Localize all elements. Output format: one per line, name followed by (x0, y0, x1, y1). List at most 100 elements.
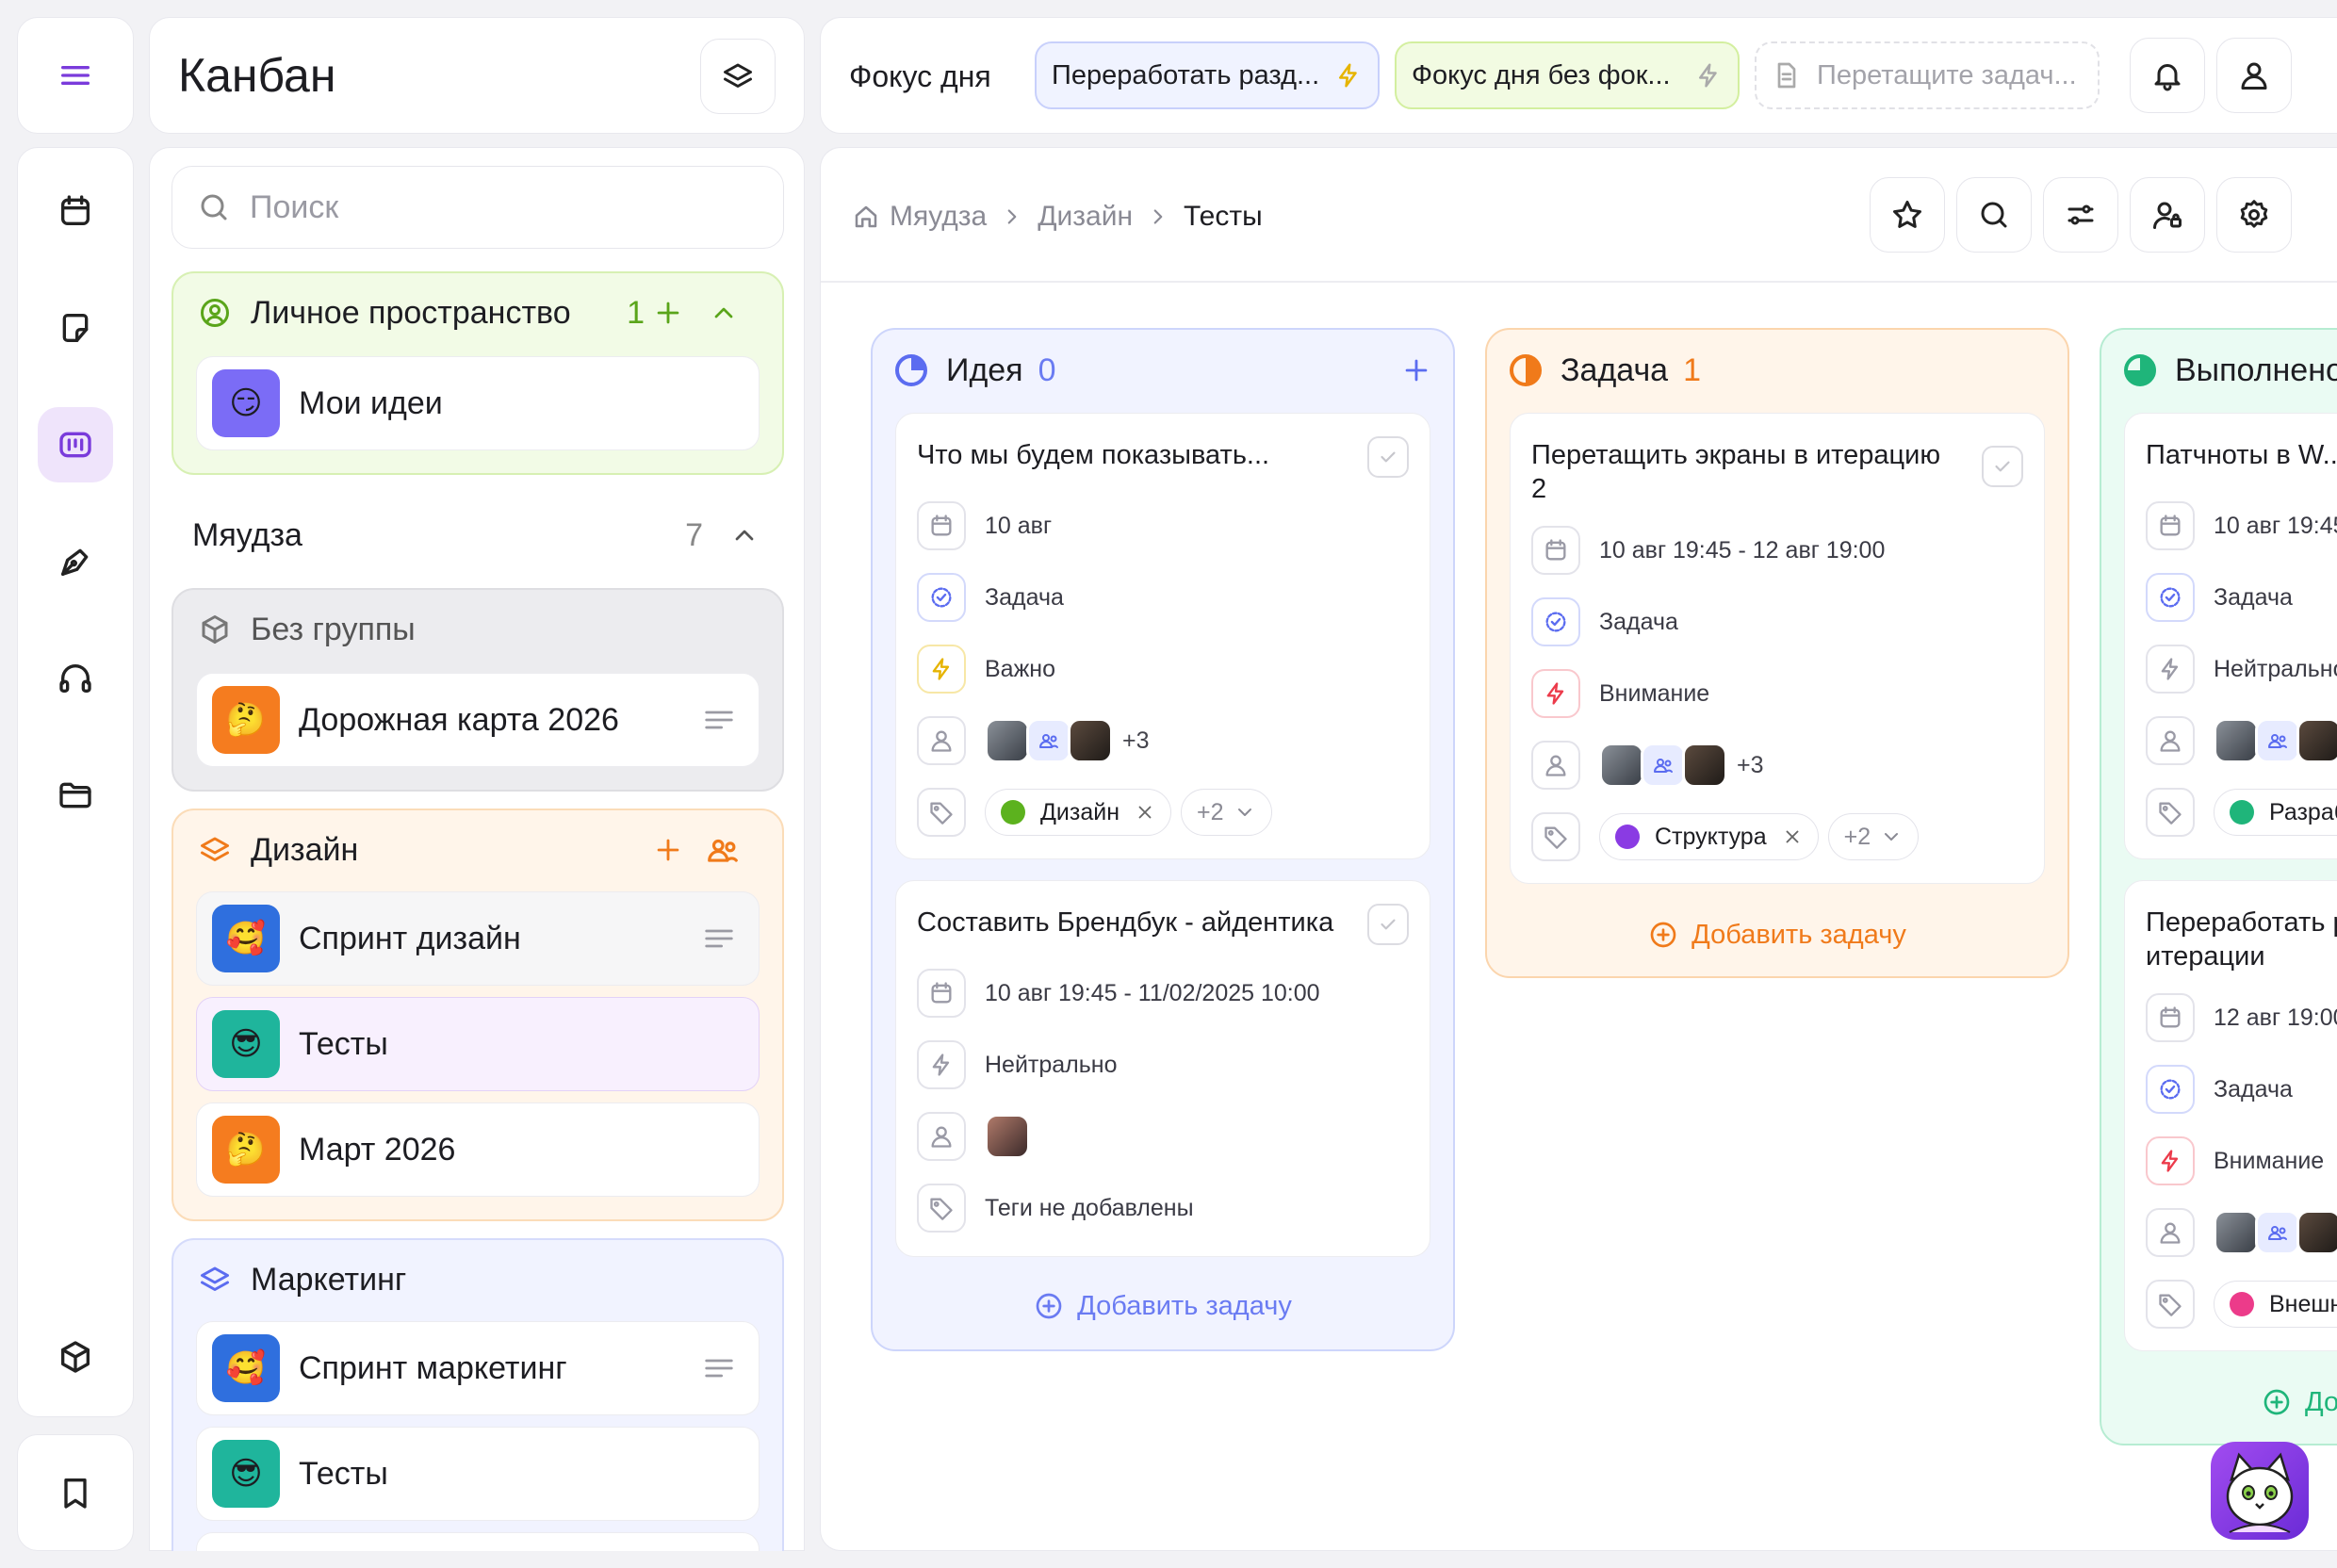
add-task-button[interactable]: Добавить задачу (2101, 1374, 2337, 1430)
add-task-button[interactable]: Добавить задачу (873, 1278, 1453, 1334)
task-type: Задача (2214, 583, 2293, 611)
tag-chip[interactable]: Разработка (2214, 789, 2337, 836)
sidebar-item-design-sprint[interactable]: 🥰 Спринт дизайн (196, 891, 760, 986)
avatar[interactable] (2214, 718, 2259, 763)
tag-chip[interactable]: Дизайн (985, 789, 1172, 836)
task-card[interactable]: Переработать раздел о канале в итерации … (2124, 880, 2337, 1351)
sidebar-item-marketing-tests[interactable]: 😎 Тесты (196, 1427, 760, 1521)
search-placeholder: Поиск (250, 188, 339, 225)
tag-more[interactable]: +2 (1181, 789, 1272, 836)
folder-icon[interactable] (38, 758, 113, 833)
settings-button[interactable] (2216, 177, 2292, 253)
avatar[interactable] (2214, 1210, 2259, 1255)
search-icon (197, 190, 231, 224)
calendar-icon (917, 501, 966, 550)
group-avatar-icon[interactable] (1641, 743, 1686, 788)
notifications-button[interactable] (2130, 38, 2205, 113)
plus-icon[interactable] (652, 297, 684, 329)
chevron-right-icon (1146, 204, 1170, 229)
add-task-button[interactable]: Добавить задачу (1487, 906, 2067, 963)
tag-more[interactable]: +2 (1827, 813, 1920, 860)
board-scroll-area: Идея 0 Что мы будем показывать... 10 авг… (821, 283, 2337, 1551)
headphones-icon[interactable] (38, 641, 113, 716)
sidebar-item-tests[interactable]: 😎 Тесты (196, 997, 760, 1091)
personal-space-header[interactable]: Личное пространство 1 (173, 273, 782, 352)
pen-icon[interactable] (38, 524, 113, 599)
document-icon (1772, 60, 1802, 90)
bookmark-icon[interactable] (38, 1455, 113, 1530)
tag-label: Дизайн (1040, 798, 1120, 825)
avatar[interactable] (1599, 743, 1644, 788)
no-group-header[interactable]: Без группы (173, 590, 782, 669)
avatar[interactable] (2296, 1210, 2337, 1255)
complete-checkbox[interactable] (1367, 436, 1409, 478)
avatar[interactable] (2296, 718, 2337, 763)
tag-chip[interactable]: Внешний (2214, 1281, 2337, 1328)
layers-button[interactable] (700, 39, 776, 114)
plus-icon[interactable] (652, 834, 684, 866)
user-lock-icon (2150, 198, 2184, 232)
sidebar-item-marketing-sprint[interactable]: 🥰 Спринт маркетинг (196, 1321, 760, 1415)
workspace-header[interactable]: Мяудза 7 (192, 509, 767, 562)
sidebar-item-march-2026[interactable]: 🤔 Март 2026 (196, 1102, 760, 1197)
priority-row: Внимание (2146, 1135, 2337, 1186)
cat-mascot-button[interactable] (2211, 1442, 2309, 1540)
breadcrumb-item[interactable]: Мяудза (890, 201, 987, 233)
more-members[interactable]: +3 (1737, 752, 1764, 779)
team-icon[interactable] (705, 832, 741, 868)
sidebar-item-my-ideas[interactable]: 😏 Мои идеи (196, 356, 760, 450)
task-type-icon (2146, 573, 2195, 622)
tag-chip[interactable]: Структура (1599, 813, 1819, 860)
group-avatar-icon[interactable] (1026, 718, 1071, 763)
complete-checkbox[interactable] (1982, 446, 2023, 487)
task-card[interactable]: Патчноты в W... 10 авг 19:45 Задача Нейт… (2124, 413, 2337, 859)
no-tags-text: Теги не добавлены (985, 1194, 1194, 1221)
chevron-up-icon[interactable] (729, 520, 760, 550)
focus-chip-1[interactable]: Переработать разд... (1035, 41, 1380, 109)
avatar[interactable] (985, 718, 1030, 763)
more-members[interactable]: +3 (1122, 727, 1150, 755)
group-avatar-icon[interactable] (2255, 718, 2300, 763)
notes-icon[interactable] (38, 290, 113, 366)
tag-label: Разработка (2269, 798, 2337, 825)
menu-icon[interactable] (38, 38, 113, 113)
cube-icon[interactable] (38, 1319, 113, 1395)
task-card[interactable]: Что мы будем показывать... 10 авг Задача… (895, 413, 1430, 859)
close-icon[interactable] (1135, 802, 1155, 823)
user-icon (2146, 1208, 2195, 1257)
focus-drop-zone[interactable]: Перетащите задач... (1755, 41, 2100, 109)
filter-button[interactable] (2043, 177, 2118, 253)
search-input[interactable]: Поиск (172, 166, 784, 249)
chevron-up-icon[interactable] (709, 298, 739, 328)
members-row (917, 1111, 1420, 1162)
task-type-icon (2146, 1065, 2195, 1114)
column-title: Выполнено (2175, 351, 2337, 388)
column-idea: Идея 0 Что мы будем показывать... 10 авг… (871, 328, 1455, 1351)
design-header[interactable]: Дизайн (173, 810, 782, 890)
avatar[interactable] (1068, 718, 1113, 763)
marketing-section: Маркетинг 🥰 Спринт маркетинг 😎 Тесты (172, 1238, 784, 1568)
members-row: +3 (1531, 740, 2035, 791)
kanban-icon[interactable] (38, 407, 113, 482)
plus-icon[interactable] (1400, 354, 1432, 386)
sidebar-item-roadmap[interactable]: 🤔 Дорожная карта 2026 (196, 673, 760, 767)
task-card[interactable]: Составить Брендбук - айдентика 10 авг 19… (895, 880, 1430, 1257)
tag-more-label: +2 (1197, 798, 1224, 825)
group-avatar-icon[interactable] (2255, 1210, 2300, 1255)
close-icon[interactable] (1782, 826, 1803, 847)
favorite-button[interactable] (1870, 177, 1945, 253)
board-search-button[interactable] (1956, 177, 2032, 253)
breadcrumb-item[interactable]: Дизайн (1038, 201, 1133, 233)
task-card[interactable]: Перетащить экраны в итерацию 2 10 авг 19… (1510, 413, 2045, 884)
tags-row: Внешний (2146, 1279, 2337, 1330)
home-icon[interactable] (852, 203, 880, 231)
marketing-header[interactable]: Маркетинг (173, 1240, 782, 1319)
no-group-title: Без группы (251, 611, 416, 647)
avatar[interactable] (1682, 743, 1727, 788)
focus-chip-2[interactable]: Фокус дня без фок... (1395, 41, 1740, 109)
calendar-icon[interactable] (38, 173, 113, 249)
complete-checkbox[interactable] (1367, 904, 1409, 945)
avatar[interactable] (985, 1114, 1030, 1159)
profile-button[interactable] (2216, 38, 2292, 113)
access-button[interactable] (2130, 177, 2205, 253)
